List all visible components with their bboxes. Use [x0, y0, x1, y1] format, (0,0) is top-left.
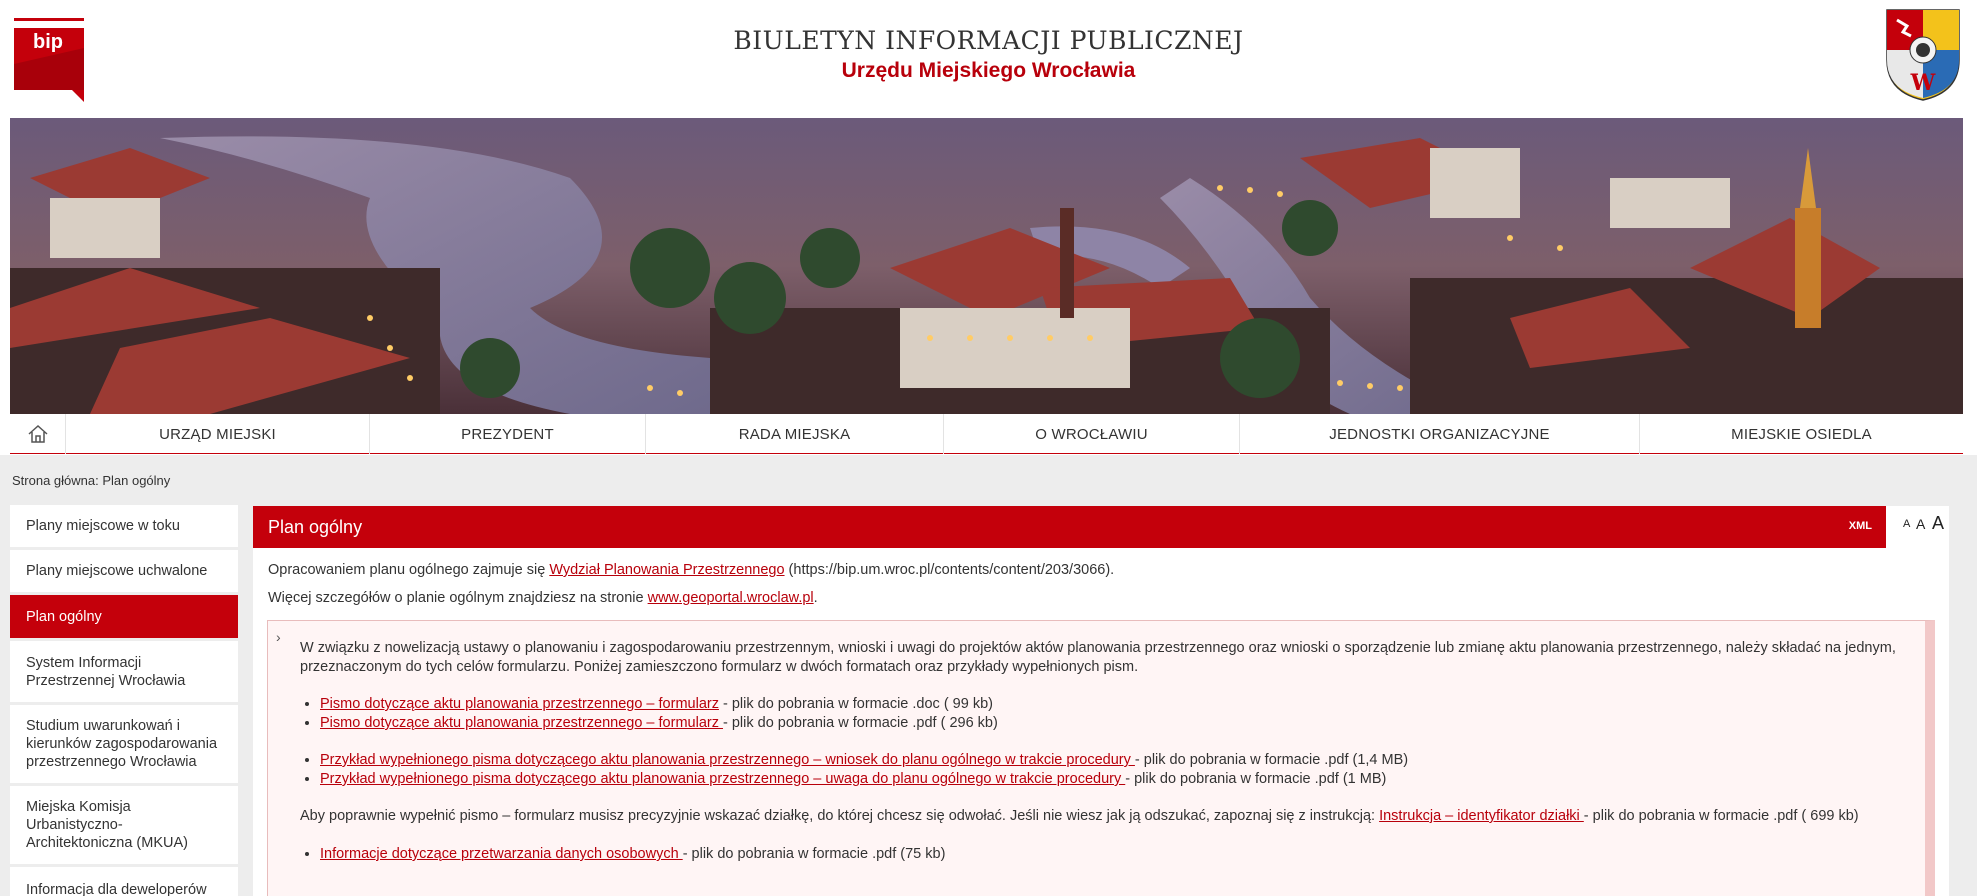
list-item: Przykład wypełnionego pisma dotyczącego … [320, 770, 1910, 789]
data-info-list: Informacje dotyczące przetwarzania danyc… [300, 845, 1910, 864]
font-size-large[interactable]: A [1932, 513, 1944, 534]
city-banner-image [10, 118, 1963, 414]
link-example-uwaga[interactable]: Przykład wypełnionego pisma dotyczącego … [320, 771, 1125, 787]
link-form-doc[interactable]: Pismo dotyczące aktu planowania przestrz… [320, 696, 719, 712]
intro-paragraph-2: Więcej szczegółów o planie ogólnym znajd… [268, 590, 818, 606]
sidebar-item-plany-w-toku[interactable]: Plany miejscowe w toku [10, 505, 238, 547]
list-item: Informacje dotyczące przetwarzania danyc… [320, 845, 1910, 864]
list-item: Przykład wypełnionego pisma dotyczącego … [320, 751, 1910, 770]
forms-list: Pismo dotyczące aktu planowania przestrz… [300, 695, 1910, 733]
nav-item-urzad-miejski[interactable]: URZĄD MIEJSKI [66, 414, 370, 454]
link-wydzial-planowania[interactable]: Wydział Planowania Przestrzennego [549, 562, 784, 578]
nav-item-rada-miejska[interactable]: RADA MIEJSKA [646, 414, 944, 454]
notice-box: › W związku z nowelizacją ustawy o plano… [267, 620, 1935, 896]
list-item: Pismo dotyczące aktu planowania przestrz… [320, 714, 1910, 733]
link-dane-osobowe[interactable]: Informacje dotyczące przetwarzania danyc… [320, 846, 683, 862]
home-icon [28, 424, 47, 443]
nav-home-button[interactable] [10, 414, 66, 454]
examples-list: Przykład wypełnionego pisma dotyczącego … [300, 751, 1910, 789]
main-content: Plan ogólny XML A A A Opracowaniem planu… [253, 506, 1949, 896]
instruction-paragraph: Aby poprawnie wypełnić pismo – formularz… [300, 808, 1859, 824]
sidebar: Plany miejscowe w toku Plany miejscowe u… [10, 505, 238, 896]
page-header: bip BIULETYN INFORMACJI PUBLICZNEJ Urzęd… [0, 0, 1977, 118]
content-header: Plan ogólny XML [253, 506, 1886, 548]
xml-link[interactable]: XML [1849, 520, 1872, 532]
font-size-medium[interactable]: A [1916, 516, 1925, 532]
font-size-small[interactable]: A [1903, 518, 1910, 530]
nav-item-jednostki-organizacyjne[interactable]: JEDNOSTKI ORGANIZACYJNE [1240, 414, 1640, 454]
sidebar-item-plan-ogolny[interactable]: Plan ogólny [10, 595, 238, 638]
list-item: Pismo dotyczące aktu planowania przestrz… [320, 695, 1910, 714]
chevron-right-icon[interactable]: › [276, 629, 281, 645]
notice-paragraph: W związku z nowelizacją ustawy o planowa… [300, 640, 1896, 675]
nav-item-prezydent[interactable]: PREZYDENT [370, 414, 646, 454]
content-title: Plan ogólny [268, 517, 363, 537]
page-subtitle: Urzędu Miejskiego Wrocławia [841, 59, 1136, 82]
wroclaw-coat-of-arms[interactable]: W [1883, 6, 1963, 102]
nav-item-o-wroclawiu[interactable]: O WROCŁAWIU [944, 414, 1240, 454]
page-title: BIULETYN INFORMACJI PUBLICZNEJ [733, 26, 1244, 55]
intro-paragraph-1: Opracowaniem planu ogólnego zajmuje się … [268, 562, 1115, 578]
link-form-pdf[interactable]: Pismo dotyczące aktu planowania przestrz… [320, 715, 723, 731]
sidebar-item-deweloperzy[interactable]: Informacja dla deweloperów [10, 867, 238, 896]
main-nav: URZĄD MIEJSKI PREZYDENT RADA MIEJSKA O W… [10, 414, 1963, 454]
sidebar-item-system-informacji[interactable]: System Informacji Przestrzennej Wrocławi… [10, 641, 238, 702]
link-instrukcja[interactable]: Instrukcja – identyfikator działki [1379, 808, 1584, 824]
link-geoportal[interactable]: www.geoportal.wroclaw.pl [648, 590, 814, 606]
nav-item-miejskie-osiedla[interactable]: MIEJSKIE OSIEDLA [1640, 414, 1963, 454]
svg-text:W: W [1910, 70, 1936, 96]
sidebar-item-mkua[interactable]: Miejska Komisja Urbanistyczno-Architekto… [10, 786, 238, 864]
sidebar-item-studium[interactable]: Studium uwarunkowań i kierunków zagospod… [10, 705, 238, 783]
sidebar-item-plany-uchwalone[interactable]: Plany miejscowe uchwalone [10, 550, 238, 592]
breadcrumb[interactable]: Strona główna: Plan ogólny [12, 473, 170, 488]
link-example-wniosek[interactable]: Przykład wypełnionego pisma dotyczącego … [320, 752, 1135, 768]
